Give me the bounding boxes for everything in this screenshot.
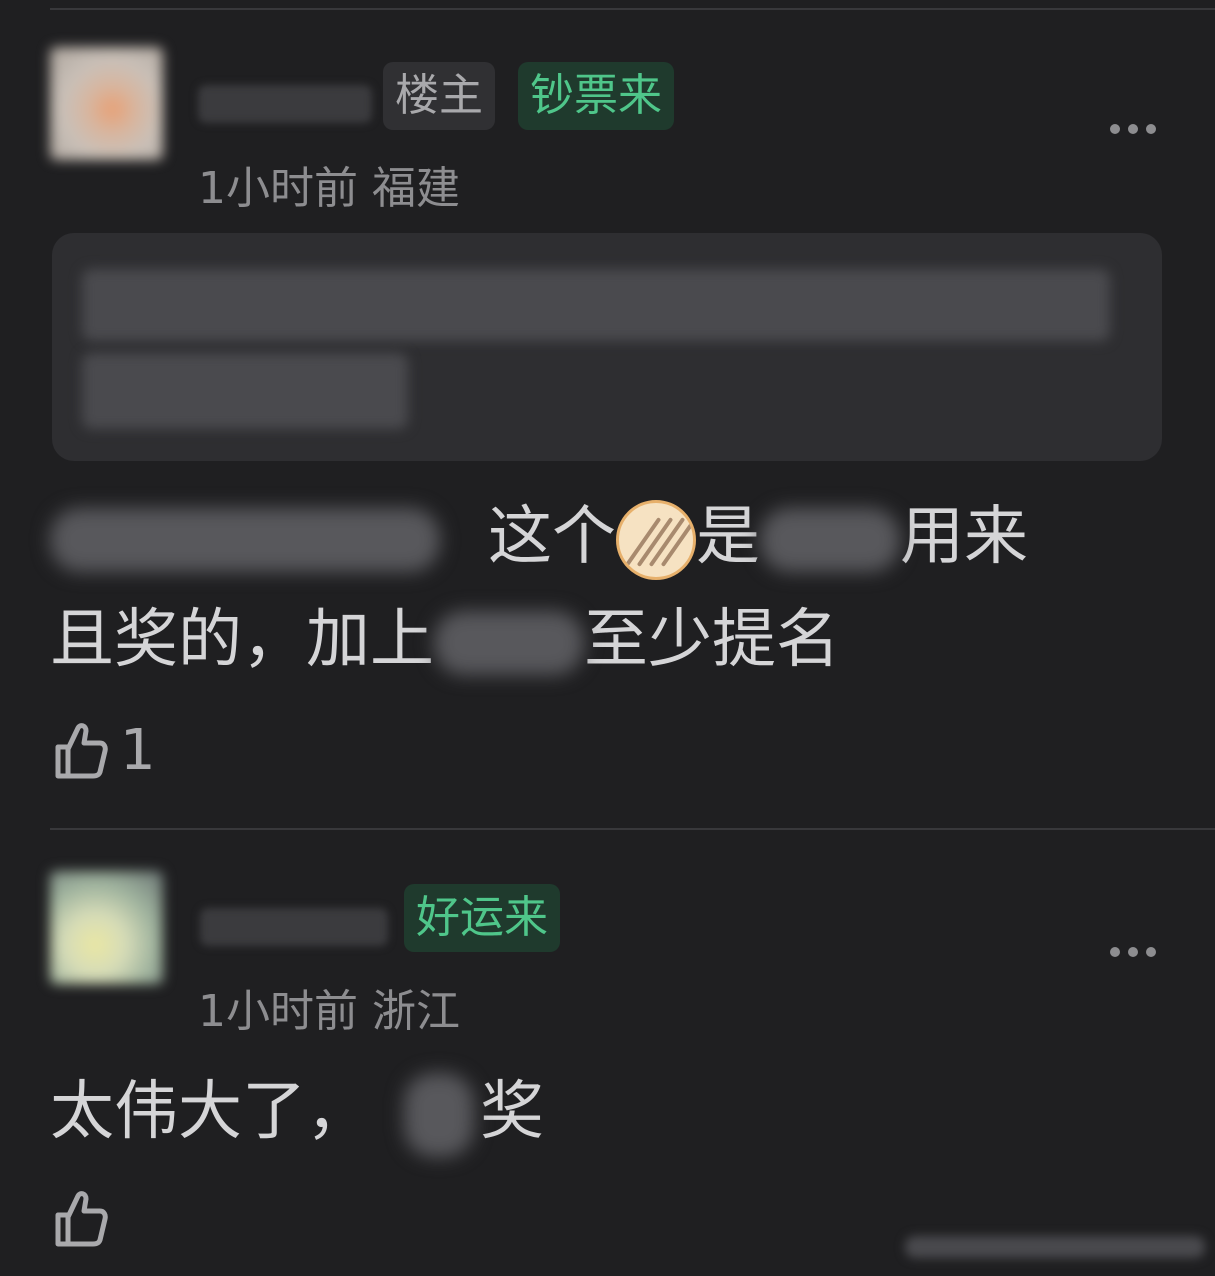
like-count: 1 [120, 718, 156, 783]
comment-time: 1小时前 [198, 163, 358, 214]
comment-text-line: 这个是用来 [50, 497, 1028, 581]
fan-badge: 好运来 [404, 884, 560, 952]
comment-1: 楼主 钞票来 1小时前 福建 这个是用来 且奖的，加上 至少提名 1 [0, 0, 1215, 830]
username-blurred[interactable] [198, 85, 372, 123]
comment-text-line: 太伟大了，奖 [50, 1072, 544, 1158]
comment-meta: 1小时前 福建 [198, 152, 460, 216]
quoted-text-blurred [82, 269, 1110, 341]
thumbs-up-icon [55, 1191, 108, 1247]
medal-emoji [616, 500, 696, 581]
thumbs-up-icon [55, 722, 108, 778]
comment-location: 福建 [372, 163, 460, 214]
username-blurred[interactable] [200, 908, 388, 946]
watermark-blurred [905, 1236, 1205, 1258]
comment-meta: 1小时前 浙江 [198, 975, 460, 1039]
like-button[interactable]: 1 [54, 718, 156, 783]
op-badge: 楼主 [383, 62, 495, 130]
quoted-reply[interactable] [52, 233, 1162, 461]
comment-text-line: 且奖的，加上 至少提名 [50, 603, 840, 677]
redacted-text [434, 611, 584, 676]
quoted-text-blurred [82, 353, 408, 429]
comment-time: 1小时前 [198, 986, 358, 1037]
more-options-icon[interactable] [1110, 124, 1156, 134]
fan-badge: 钞票来 [518, 62, 674, 130]
redacted-text [760, 508, 900, 573]
avatar[interactable] [50, 47, 163, 160]
redacted-text [404, 1073, 474, 1158]
more-options-icon[interactable] [1110, 947, 1156, 957]
avatar[interactable] [50, 871, 163, 984]
like-button[interactable] [54, 1190, 120, 1248]
redacted-text [50, 508, 440, 573]
comment-location: 浙江 [372, 986, 460, 1037]
comment-2: 好运来 1小时前 浙江 太伟大了，奖 [0, 830, 1215, 1276]
